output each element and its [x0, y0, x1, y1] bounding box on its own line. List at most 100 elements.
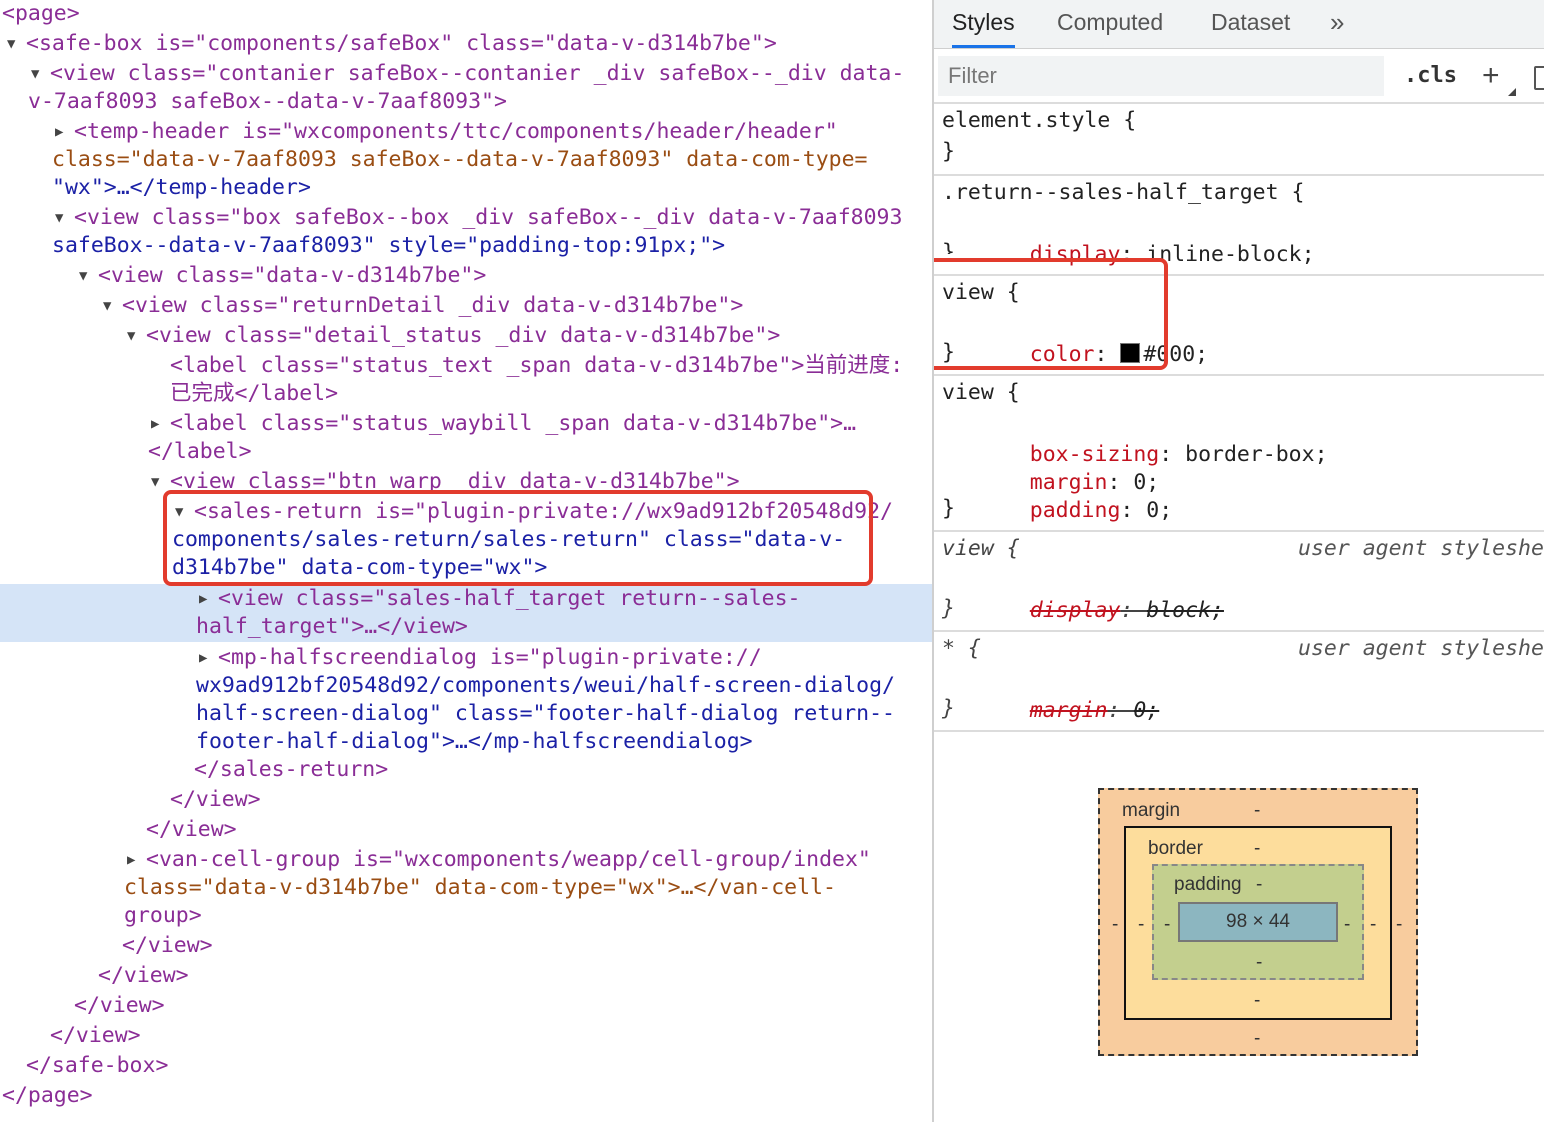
- box-model-border[interactable]: border - - - - padding - - - - 98 × 44: [1124, 826, 1392, 1020]
- box-model-margin[interactable]: margin - - - - border - - - - padding - …: [1098, 788, 1418, 1056]
- dom-line[interactable]: ▼ <view class="contanier safeBox--contan…: [0, 60, 932, 116]
- css-declaration[interactable]: margin: 0;: [978, 438, 1159, 495]
- divider: [934, 374, 1544, 376]
- expand-arrow-icon[interactable]: ▼: [151, 468, 159, 496]
- dom-line[interactable]: ▼ <view class="returnDetail _div data-v-…: [0, 292, 932, 320]
- rule-source-link[interactable]: user agent styleshe: [1298, 534, 1544, 564]
- css-value[interactable]: border-box;: [1185, 442, 1327, 467]
- dom-line[interactable]: </view>: [0, 962, 932, 990]
- css-value[interactable]: 0;: [1133, 698, 1159, 723]
- dom-line[interactable]: <label class="status_text _span data-v-d…: [0, 352, 932, 408]
- css-declaration[interactable]: display: inline-block;: [978, 210, 1315, 267]
- rule-selector[interactable]: view {: [942, 534, 1020, 564]
- expand-arrow-icon[interactable]: ▼: [175, 498, 183, 526]
- dom-line[interactable]: ▼ <view class="box safeBox--box _div saf…: [0, 204, 932, 260]
- dom-line[interactable]: ▶ <temp-header is="wxcomponents/ttc/comp…: [0, 118, 932, 202]
- filter-input[interactable]: Filter: [938, 56, 1384, 96]
- css-property[interactable]: margin: [1030, 698, 1108, 723]
- dom-line[interactable]: </view>: [0, 992, 932, 1020]
- filter-bar: Filter .cls +: [934, 52, 1544, 102]
- expand-arrow-icon[interactable]: ▼: [103, 292, 111, 320]
- dom-line[interactable]: ▼ <view class="btn_warp _div data-v-d314…: [0, 468, 932, 496]
- border-left-value[interactable]: -: [1138, 914, 1144, 936]
- css-declaration[interactable]: box-sizing: border-box;: [978, 410, 1328, 467]
- dom-line[interactable]: ▼ <view class="detail_status _div data-v…: [0, 322, 932, 350]
- expand-arrow-icon[interactable]: ▼: [127, 322, 135, 350]
- expand-arrow-icon[interactable]: ▼: [7, 30, 15, 58]
- rule-selector[interactable]: view {: [942, 278, 1020, 308]
- rule-menu-corner-icon[interactable]: [1508, 88, 1516, 96]
- cls-toggle-button[interactable]: .cls: [1404, 56, 1457, 96]
- margin-right-value[interactable]: -: [1396, 914, 1402, 936]
- rule-selector[interactable]: * {: [942, 634, 981, 664]
- dom-line[interactable]: </view>: [0, 816, 932, 844]
- border-top-value[interactable]: -: [1254, 838, 1260, 860]
- color-swatch-icon[interactable]: [1120, 343, 1141, 363]
- css-property[interactable]: display: [1030, 242, 1121, 267]
- new-style-rule-button[interactable]: +: [1482, 56, 1500, 96]
- dom-line[interactable]: ▶ <mp-halfscreendialog is="plugin-privat…: [0, 644, 932, 756]
- dom-line-text: <view class="sales-half_target return--s…: [218, 586, 801, 611]
- dom-line[interactable]: </view>: [0, 932, 932, 960]
- rule-source-link[interactable]: user agent styleshe: [1298, 634, 1544, 664]
- dom-line-text: </view>: [50, 1023, 141, 1048]
- dom-line[interactable]: ▶ <van-cell-group is="wxcomponents/weapp…: [0, 846, 932, 930]
- css-value[interactable]: #000;: [1143, 342, 1208, 367]
- dom-line[interactable]: </page>: [0, 1082, 932, 1110]
- dom-line-text: <view class="returnDetail _div data-v-d3…: [122, 293, 744, 318]
- border-right-value[interactable]: -: [1370, 914, 1376, 936]
- tab-dataset[interactable]: Dataset: [1211, 0, 1290, 48]
- css-value[interactable]: 0;: [1146, 498, 1172, 523]
- toggle-sidebar-icon[interactable]: [1534, 66, 1544, 90]
- collapse-arrow-icon[interactable]: ▶: [199, 585, 207, 613]
- css-declaration-overridden[interactable]: display: block;: [978, 566, 1224, 623]
- css-value[interactable]: inline-block;: [1146, 242, 1314, 267]
- margin-top-value[interactable]: -: [1254, 800, 1260, 822]
- dom-line-selected[interactable]: ▶ <view class="sales-half_target return-…: [0, 584, 932, 642]
- css-property[interactable]: display: [1030, 598, 1121, 623]
- dom-line[interactable]: ▼ <view class="data-v-d314b7be">: [0, 262, 932, 290]
- padding-right-value[interactable]: -: [1344, 914, 1350, 936]
- padding-left-value[interactable]: -: [1164, 914, 1170, 936]
- rule-selector[interactable]: view {: [942, 378, 1020, 408]
- expand-arrow-icon[interactable]: ▼: [55, 204, 63, 232]
- css-value[interactable]: block;: [1146, 598, 1224, 623]
- dom-line[interactable]: </safe-box>: [0, 1052, 932, 1080]
- border-bottom-value[interactable]: -: [1254, 990, 1260, 1012]
- collapse-arrow-icon[interactable]: ▶: [127, 846, 135, 874]
- expand-arrow-icon[interactable]: ▼: [31, 60, 39, 88]
- collapse-arrow-icon[interactable]: ▶: [55, 118, 63, 146]
- tab-styles[interactable]: Styles: [952, 0, 1015, 48]
- dom-line[interactable]: </view>: [0, 786, 932, 814]
- dom-line[interactable]: </sales-return>: [0, 756, 932, 784]
- padding-top-value[interactable]: -: [1256, 874, 1262, 896]
- padding-bottom-value[interactable]: -: [1256, 952, 1262, 974]
- css-declaration[interactable]: color: #000;: [978, 310, 1208, 367]
- tab-computed[interactable]: Computed: [1057, 0, 1163, 48]
- css-property[interactable]: color: [1030, 342, 1095, 367]
- margin-left-value[interactable]: -: [1112, 914, 1118, 936]
- dom-line-sales-return[interactable]: ▼ <sales-return is="plugin-private://wx9…: [0, 498, 932, 582]
- divider: [934, 730, 1544, 732]
- rule-close: }: [942, 240, 955, 254]
- dom-line[interactable]: </view>: [0, 1022, 932, 1050]
- rule-selector[interactable]: element.style {: [942, 106, 1136, 136]
- collapse-arrow-icon[interactable]: ▶: [199, 644, 207, 672]
- collapse-arrow-icon[interactable]: ▶: [151, 410, 159, 438]
- margin-bottom-value[interactable]: -: [1254, 1028, 1260, 1050]
- content-size[interactable]: 98 × 44: [1226, 911, 1290, 932]
- rule-selector[interactable]: .return--sales-half_target {: [942, 178, 1304, 208]
- box-model-content[interactable]: 98 × 44: [1178, 902, 1338, 942]
- dom-line[interactable]: ▼ <safe-box is="components/safeBox" clas…: [0, 30, 932, 58]
- box-model-padding[interactable]: padding - - - - 98 × 44: [1152, 864, 1364, 980]
- css-declaration-overridden[interactable]: margin: 0;: [978, 666, 1159, 723]
- dom-line-text: <sales-return is="plugin-private://wx9ad…: [194, 499, 893, 524]
- expand-arrow-icon[interactable]: ▼: [79, 262, 87, 290]
- dom-line[interactable]: <page>: [0, 0, 932, 28]
- more-tabs-icon[interactable]: »: [1330, 0, 1344, 48]
- dom-line[interactable]: ▶ <label class="status_waybill _span dat…: [0, 410, 932, 466]
- css-property[interactable]: padding: [1030, 498, 1121, 523]
- dom-line-text: group>: [124, 903, 202, 928]
- css-declaration[interactable]: padding: 0;: [978, 466, 1172, 523]
- dom-line-text: </page>: [2, 1083, 93, 1108]
